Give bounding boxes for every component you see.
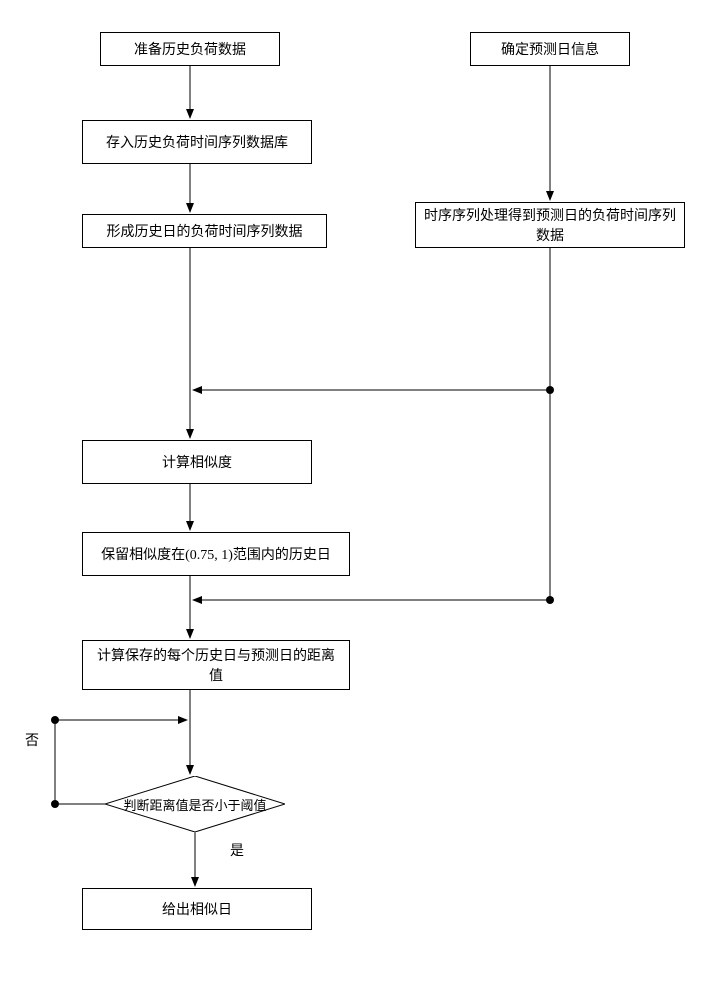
decision-diamond: 判断距离值是否小于阈值 — [105, 776, 285, 832]
box-form-history-series: 形成历史日的负荷时间序列数据 — [82, 214, 327, 248]
box-store-db: 存入历史负荷时间序列数据库 — [82, 120, 312, 164]
box-keep-range: 保留相似度在(0.75, 1)范围内的历史日 — [82, 532, 350, 576]
box-prepare-history: 准备历史负荷数据 — [100, 32, 280, 66]
box-text: 存入历史负荷时间序列数据库 — [106, 132, 288, 152]
box-calc-similarity: 计算相似度 — [82, 440, 312, 484]
label-yes: 是 — [230, 840, 244, 860]
box-text: 保留相似度在(0.75, 1)范围内的历史日 — [101, 544, 331, 564]
box-text: 计算相似度 — [162, 452, 232, 472]
box-text: 时序序列处理得到预测日的负荷时间序列数据 — [424, 205, 676, 245]
box-text: 确定预测日信息 — [501, 39, 599, 59]
decision-text: 判断距离值是否小于阈值 — [123, 795, 266, 814]
box-determine-forecast: 确定预测日信息 — [470, 32, 630, 66]
box-output: 给出相似日 — [82, 888, 312, 930]
box-text: 形成历史日的负荷时间序列数据 — [107, 221, 303, 241]
box-text: 给出相似日 — [162, 899, 232, 919]
box-process-forecast-series: 时序序列处理得到预测日的负荷时间序列数据 — [415, 202, 685, 248]
box-text: 准备历史负荷数据 — [134, 39, 246, 59]
box-calc-distance: 计算保存的每个历史日与预测日的距离值 — [82, 640, 350, 690]
label-no: 否 — [25, 730, 39, 750]
box-text: 计算保存的每个历史日与预测日的距离值 — [91, 645, 341, 685]
